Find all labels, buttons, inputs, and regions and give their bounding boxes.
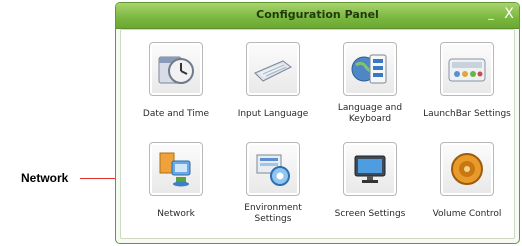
language-and-keyboard-item[interactable]: Language and Keyboard [322,42,418,126]
globe-document-icon [343,42,397,96]
close-button[interactable]: X [502,6,516,22]
screen-settings-item[interactable]: Screen Settings [322,142,418,226]
item-label: LaunchBar Settings [423,108,511,119]
network-item[interactable]: Network [128,142,224,226]
window-title: Configuration Panel [256,8,379,21]
input-language-item[interactable]: Input Language [225,42,321,126]
item-label: Volume Control [432,208,502,219]
item-label: Environment Settings [244,203,302,224]
date-and-time-item[interactable]: Date and Time [128,42,224,126]
network-icon [149,142,203,196]
panel-content: Date and Time Input Language Language an… [120,29,515,239]
volume-control-item[interactable]: Volume Control [419,142,515,226]
network-callout-label: Network [21,171,69,185]
item-label: Network [157,208,195,219]
environment-settings-item[interactable]: Environment Settings [225,142,321,226]
environment-gear-icon [246,142,300,196]
launchbar-icon [440,42,494,96]
item-label: Language and Keyboard [337,103,403,124]
configuration-panel-window: Configuration Panel _ X Date and Time In… [115,2,520,244]
date-time-icon [149,42,203,96]
item-label: Date and Time [142,108,210,119]
monitor-icon [343,142,397,196]
speaker-icon [440,142,494,196]
title-bar[interactable]: Configuration Panel _ X [116,3,519,29]
minimize-button[interactable]: _ [484,6,498,22]
item-label: Screen Settings [334,208,406,219]
item-label: Input Language [237,108,309,119]
launchbar-settings-item[interactable]: LaunchBar Settings [419,42,515,126]
keyboard-icon [246,42,300,96]
